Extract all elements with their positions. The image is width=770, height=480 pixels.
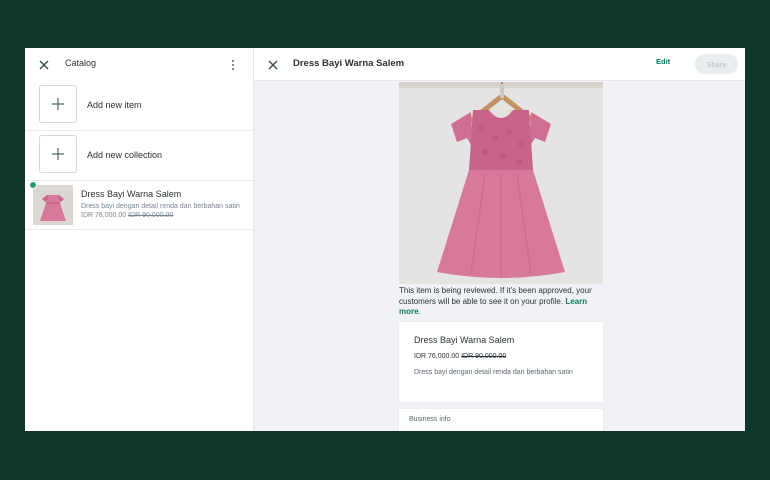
catalog-panel: Catalog Add new item Add new collection xyxy=(25,48,254,431)
price-old: IDR 90,000.00 xyxy=(128,212,174,219)
product-price: IDR 76,000.00 IDR 90,000.00 xyxy=(81,212,173,219)
review-end: . xyxy=(418,307,421,316)
product-image xyxy=(399,82,603,284)
add-new-item-row[interactable]: Add new item xyxy=(25,81,253,131)
add-new-collection-label: Add new collection xyxy=(87,150,163,160)
check-badge-icon xyxy=(29,181,37,189)
catalog-title: Catalog xyxy=(65,58,97,68)
detail-header: Dress Bayi Warna Salem Edit Share xyxy=(254,48,745,81)
business-info-card: Business info xyxy=(399,408,603,431)
list-item[interactable]: Dress Bayi Warna Salem Dress bayi dengan… xyxy=(25,181,253,230)
business-info-label: Business info xyxy=(409,415,451,423)
price-current: IDR 76,000.00 xyxy=(81,212,127,219)
product-detail-panel: Dress Bayi Warna Salem Edit Share This i… xyxy=(254,48,745,431)
share-button[interactable]: Share xyxy=(695,54,738,74)
product-thumbnail xyxy=(33,185,73,225)
close-icon[interactable] xyxy=(265,57,281,73)
close-icon[interactable] xyxy=(36,57,52,73)
price-old: IDR 90,000.00 xyxy=(461,352,507,360)
catalog-header: Catalog xyxy=(25,48,253,81)
detail-title: Dress Bayi Warna Salem xyxy=(293,58,405,69)
product-info-card: Dress Bayi Warna Salem IDR 76,000.00 IDR… xyxy=(399,321,603,402)
price-current: IDR 76,000.00 xyxy=(414,352,460,360)
edit-button[interactable]: Edit xyxy=(656,57,670,66)
plus-icon xyxy=(39,135,77,173)
card-product-description: Dress bayi dengan detail renda dan berba… xyxy=(414,368,573,376)
card-product-name: Dress Bayi Warna Salem xyxy=(414,334,515,345)
kebab-menu-icon[interactable] xyxy=(227,57,239,73)
product-description: Dress bayi dengan detail renda dan berba… xyxy=(81,203,240,210)
plus-icon xyxy=(39,85,77,123)
card-product-price: IDR 76,000.00 IDR 90,000.00 xyxy=(414,353,588,360)
review-text: This item is being reviewed. If it's bee… xyxy=(399,286,592,306)
add-new-collection-row[interactable]: Add new collection xyxy=(25,131,253,181)
review-notice: This item is being reviewed. If it's bee… xyxy=(399,286,603,318)
add-new-item-label: Add new item xyxy=(87,100,142,110)
catalog-window: Catalog Add new item Add new collection xyxy=(25,48,745,431)
product-name: Dress Bayi Warna Salem xyxy=(81,189,182,199)
detail-content: This item is being reviewed. If it's bee… xyxy=(399,82,603,431)
